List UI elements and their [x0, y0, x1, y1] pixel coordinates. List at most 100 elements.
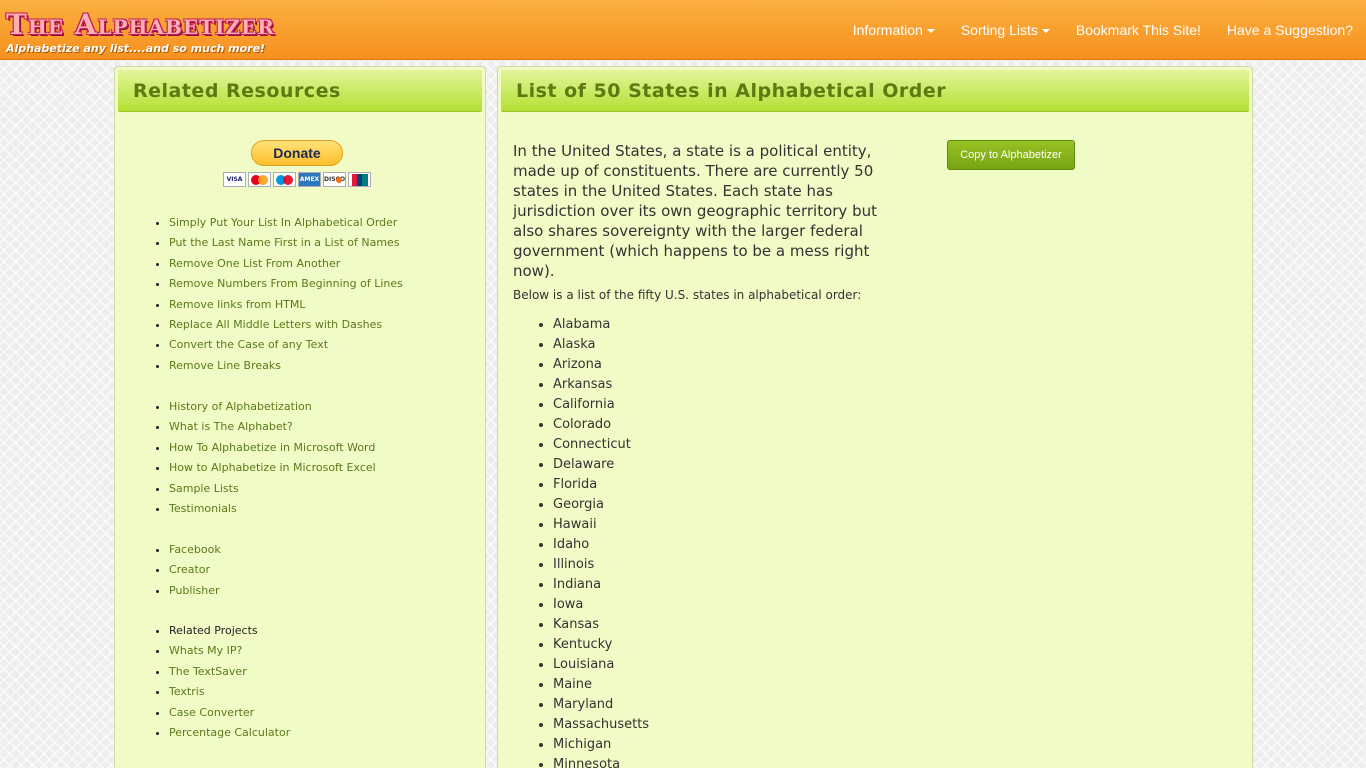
list-item: Louisiana — [553, 655, 649, 675]
list-item: Remove Line Breaks — [169, 356, 403, 376]
sidebar-link[interactable]: Put the Last Name First in a List of Nam… — [169, 236, 400, 249]
nav-bookmark-label: Bookmark This Site! — [1075, 22, 1201, 38]
list-item: Sample Lists — [169, 479, 376, 499]
list-item: Maine — [553, 675, 649, 695]
sidebar-link[interactable]: Sample Lists — [169, 482, 239, 495]
list-item: Kansas — [553, 615, 649, 635]
sidebar-link[interactable]: Creator — [169, 563, 210, 576]
nav-suggestion-label: Have a Suggestion? — [1226, 22, 1353, 38]
page-title: List of 50 States in Alphabetical Order — [516, 80, 947, 102]
tools-list: Simply Put Your List In Alphabetical Ord… — [169, 213, 403, 376]
states-list: Alabama Alaska Arizona Arkansas Californ… — [553, 315, 649, 768]
list-item: Convert the Case of any Text — [169, 335, 403, 355]
sidebar-link[interactable]: Remove links from HTML — [169, 298, 306, 311]
list-item: Alabama — [553, 315, 649, 335]
nav-information[interactable]: Information — [840, 0, 948, 60]
list-item: Simply Put Your List In Alphabetical Ord… — [169, 213, 403, 233]
list-item: Georgia — [553, 495, 649, 515]
sidebar-link[interactable]: Testimonials — [169, 502, 237, 515]
panel-header: Related Resources — [118, 70, 482, 112]
list-item: Iowa — [553, 595, 649, 615]
list-item: Facebook — [169, 540, 221, 560]
list-item: Publisher — [169, 581, 221, 601]
nav-links: Information Sorting Lists Bookmark This … — [840, 0, 1366, 60]
nav-sorting-lists-label: Sorting Lists — [960, 22, 1038, 38]
sidebar-link[interactable]: Facebook — [169, 543, 221, 556]
list-item: Testimonials — [169, 499, 376, 519]
list-item: How to Alphabetize in Microsoft Excel — [169, 458, 376, 478]
list-item: Put the Last Name First in a List of Nam… — [169, 233, 403, 253]
list-item: Remove One List From Another — [169, 254, 403, 274]
discover-card-icon: DISCOVER — [323, 172, 346, 187]
nav-bookmark[interactable]: Bookmark This Site! — [1063, 0, 1214, 60]
copy-to-alphabetizer-button[interactable]: Copy to Alphabetizer — [947, 140, 1075, 170]
list-item: Remove links from HTML — [169, 295, 403, 315]
list-item: Alaska — [553, 335, 649, 355]
panel-title: Related Resources — [133, 80, 341, 102]
sidebar-link[interactable]: History of Alphabetization — [169, 400, 312, 413]
sidebar-link[interactable]: How To Alphabetize in Microsoft Word — [169, 441, 375, 454]
brand-subtitle: Alphabetize any list....and so much more… — [6, 42, 266, 55]
maestro-icon — [273, 172, 296, 187]
caret-down-icon — [1041, 29, 1050, 33]
list-item: History of Alphabetization — [169, 397, 376, 417]
sidebar-link[interactable]: Convert the Case of any Text — [169, 338, 328, 351]
intro-paragraph: In the United States, a state is a polit… — [513, 142, 877, 280]
related-resources-panel: Related Resources Donate VISA AMEX DISCO… — [114, 66, 486, 768]
sidebar-link[interactable]: How to Alphabetize in Microsoft Excel — [169, 461, 376, 474]
list-item: Textris — [169, 682, 290, 702]
list-item: Michigan — [553, 735, 649, 755]
list-item: Idaho — [553, 535, 649, 555]
nav-suggestion[interactable]: Have a Suggestion? — [1214, 0, 1366, 60]
amex-card-icon: AMEX — [298, 172, 321, 187]
nav-sorting-lists[interactable]: Sorting Lists — [948, 0, 1063, 60]
list-heading: Related Projects — [169, 621, 290, 641]
list-item: Delaware — [553, 455, 649, 475]
nav-information-label: Information — [852, 22, 923, 38]
sidebar-link[interactable]: Remove Line Breaks — [169, 359, 281, 372]
list-item: Arkansas — [553, 375, 649, 395]
list-item: The TextSaver — [169, 662, 290, 682]
sidebar-link[interactable]: Textris — [169, 685, 205, 698]
info-list: History of Alphabetization What is The A… — [169, 397, 376, 519]
sidebar-link[interactable]: Simply Put Your List In Alphabetical Ord… — [169, 216, 397, 229]
brand-title: The Alphabetizer — [6, 8, 275, 41]
list-item: Colorado — [553, 415, 649, 435]
related-projects-list: Related Projects Whats My IP? The TextSa… — [169, 621, 290, 743]
unionpay-icon — [348, 172, 371, 187]
sidebar-link[interactable]: Percentage Calculator — [169, 726, 290, 739]
related-projects-heading: Related Projects — [169, 624, 258, 637]
sidebar-link[interactable]: Whats My IP? — [169, 644, 242, 657]
mastercard-icon — [248, 172, 271, 187]
list-item: Whats My IP? — [169, 641, 290, 661]
panel-header: List of 50 States in Alphabetical Order — [501, 70, 1249, 112]
sidebar-link[interactable]: Case Converter — [169, 706, 254, 719]
payment-cards: VISA AMEX DISCOVER — [223, 172, 371, 187]
visa-card-icon: VISA — [223, 172, 246, 187]
donate-button[interactable]: Donate — [251, 140, 343, 166]
list-item: What is The Alphabet? — [169, 417, 376, 437]
list-description: Below is a list of the fifty U.S. states… — [513, 288, 862, 302]
sidebar-link[interactable]: The TextSaver — [169, 665, 247, 678]
list-item: Connecticut — [553, 435, 649, 455]
list-item: Arizona — [553, 355, 649, 375]
list-item: California — [553, 395, 649, 415]
list-item: Kentucky — [553, 635, 649, 655]
list-item: Replace All Middle Letters with Dashes — [169, 315, 403, 335]
caret-down-icon — [926, 29, 935, 33]
sidebar-link[interactable]: Publisher — [169, 584, 220, 597]
main-content-panel: List of 50 States in Alphabetical Order … — [497, 66, 1253, 768]
list-item: Indiana — [553, 575, 649, 595]
sidebar-link[interactable]: Remove One List From Another — [169, 257, 340, 270]
list-item: Maryland — [553, 695, 649, 715]
sidebar-link[interactable]: What is The Alphabet? — [169, 420, 293, 433]
list-item: Case Converter — [169, 703, 290, 723]
list-item: Massachusetts — [553, 715, 649, 735]
list-item: Illinois — [553, 555, 649, 575]
sidebar-link[interactable]: Replace All Middle Letters with Dashes — [169, 318, 382, 331]
social-list: Facebook Creator Publisher — [169, 540, 221, 601]
top-navbar: The Alphabetizer Alphabetize any list...… — [0, 0, 1366, 60]
list-item: Hawaii — [553, 515, 649, 535]
brand-logo[interactable]: The Alphabetizer Alphabetize any list...… — [6, 8, 275, 55]
sidebar-link[interactable]: Remove Numbers From Beginning of Lines — [169, 277, 403, 290]
